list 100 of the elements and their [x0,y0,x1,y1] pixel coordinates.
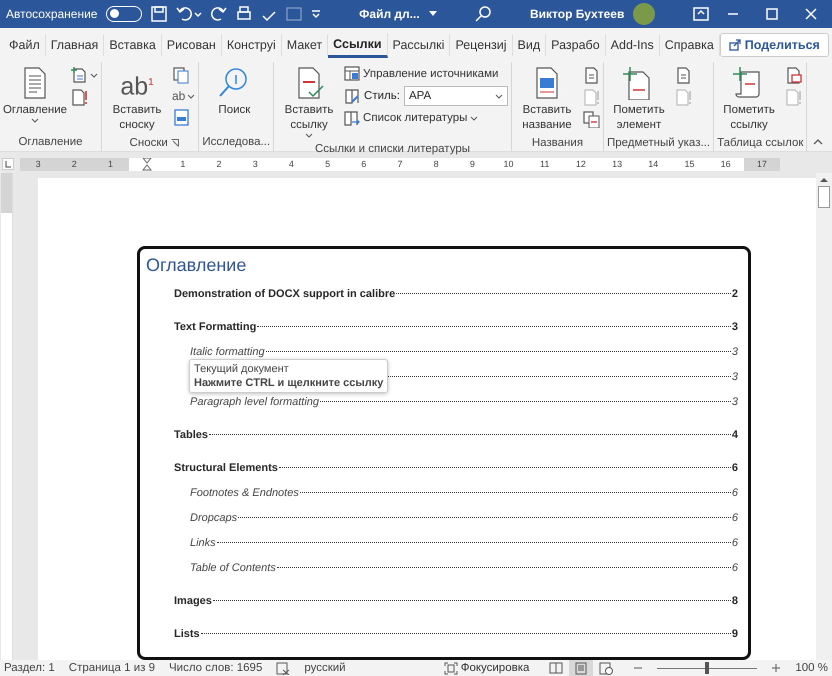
caret-icon[interactable] [90,72,98,78]
toc-entry-link[interactable]: Images [174,595,212,607]
ribbon-button[interactable]: Пометить элемент [606,64,671,135]
scroll-up-icon[interactable] [820,177,828,182]
ribbon-tab[interactable]: Главная [46,34,104,56]
ruler-number: 10 [504,159,514,169]
zoom-in-icon[interactable] [771,663,782,673]
caret-icon[interactable] [428,11,437,17]
toc-page-number: 3 [732,396,738,408]
language-indicator[interactable]: русский [304,662,346,674]
ruler-number: 16 [720,159,731,169]
search-icon[interactable] [474,5,492,23]
document-pair-icon[interactable] [582,110,600,128]
toc-entry-link[interactable]: Paragraph level formatting [190,396,320,408]
group-label: Сноски [128,137,168,149]
ruler-number: 2 [72,159,77,169]
zoom-level[interactable]: 100 % [795,662,828,674]
document-stack-icon[interactable] [172,66,190,84]
toc-entry-link[interactable]: Text Formatting [174,321,256,333]
ruler-number: 13 [612,159,622,169]
ribbon-display-icon[interactable] [693,7,709,21]
printer-icon[interactable] [236,6,252,22]
ribbon-tab[interactable]: Рецензиј [450,34,513,56]
ribbon-tab[interactable]: Ссылки [328,32,388,58]
proofing-icon[interactable] [276,662,290,674]
ruler-number: 5 [325,159,330,169]
ruler-number: 15 [684,159,694,169]
autosave-toggle[interactable] [106,6,142,22]
dialog-launcher-icon[interactable] [170,139,179,147]
ribbon-tab[interactable]: Вид [512,34,546,56]
customize-toolbar-icon[interactable] [311,9,322,19]
ribbon-tab[interactable]: Рассылкі [388,34,450,56]
indent-marker-icon[interactable] [142,158,152,170]
toc-entry-link[interactable]: Structural Elements [174,462,278,474]
zoom-slider-thumb[interactable] [705,662,710,674]
ribbon-button[interactable]: Оглавление [3,64,67,128]
ribbon-tab[interactable]: Вставка [104,34,162,56]
collapse-ribbon-icon[interactable] [813,139,824,145]
document-plus-icon[interactable] [70,66,88,84]
ruler-number: 6 [361,159,366,169]
book-brush-icon[interactable] [344,88,360,104]
toc-entry-link[interactable]: Links [190,537,216,549]
scrollbar-thumb[interactable] [818,186,830,208]
ribbon-tab[interactable]: Файл [4,34,46,56]
toc-entry-link[interactable]: Demonstration of DOCX support in calibre [174,288,396,300]
share-button[interactable]: Поделиться [720,33,829,57]
section-indicator[interactable]: Раздел: 1 [4,662,55,674]
save-icon[interactable] [151,6,168,22]
page-indicator[interactable]: Страница 1 из 9 [68,662,155,674]
tab-stop-icon[interactable] [2,158,14,170]
toc-entry-link[interactable]: Dropcaps [190,512,238,524]
toc-page-number: 6 [732,487,738,499]
toc-page-number: 6 [732,562,738,574]
toc-page-number: 6 [732,537,738,549]
redo-icon[interactable] [211,6,228,22]
ribbon-tab[interactable]: Разрабо [546,34,606,56]
group-label: Исследова... [202,136,270,148]
ribbon-button[interactable]: Управление источниками [344,66,508,82]
group-label: Ссылки и списки литературы [315,143,470,155]
toc-entry-link[interactable]: Table of Contents [190,562,276,574]
ruler-number: 17 [756,159,767,169]
ruler-number: 1 [180,159,186,169]
style-dropdown[interactable]: APA [404,86,508,106]
ruler-number: 14 [648,159,658,169]
undo-icon[interactable] [176,6,202,22]
toc-page-number: 3 [732,371,738,383]
ruler-number: 12 [576,159,586,169]
ribbon-button[interactable]: ab$^{1}$ Вставить сноску [105,64,169,135]
ruler-number: 9 [470,159,475,169]
ruler-number: 4 [288,159,294,169]
ribbon-tab[interactable]: Add-Ins [606,34,660,56]
ribbon-button[interactable]: Поиск [202,64,266,120]
ribbon-button[interactable]: Вставить ссылку [277,64,342,143]
toc-entry-link[interactable]: Lists [174,628,200,640]
caret-icon [494,94,503,98]
ribbon-tab[interactable]: Макет [282,34,328,56]
word-count[interactable]: Число слов: 1695 [169,662,262,674]
ribbon-button[interactable]: Пометить ссылку [717,64,782,135]
window-icon[interactable] [172,108,190,126]
next-footnote-button[interactable]: ab [172,88,196,104]
toc-entry-link[interactable]: Italic formatting [190,346,265,358]
toc-entry-link[interactable]: Tables [174,429,208,441]
tooltip-hint: Нажмите CTRL и щелкните ссылку [194,376,384,390]
style-label: Стиль: [364,90,400,102]
ribbon-button[interactable]: Список литературы [344,110,508,126]
page-icon [575,662,588,674]
ribbon-tab[interactable]: Рисован [162,34,222,56]
focus-button[interactable]: Фокусировка [444,662,530,674]
caret-icon [470,116,478,120]
tooltip-text: Текущий документ [194,362,290,376]
toc-page-number: 2 [732,288,738,300]
ribbon-button[interactable]: Вставить название [514,64,579,135]
ribbon-tab[interactable]: Конструі [222,34,282,56]
toc-heading: Оглавление [146,255,248,276]
print-layout-button[interactable] [569,660,594,676]
ruler-number: 1 [108,159,113,169]
document-exclamation-icon[interactable] [70,88,88,106]
book-icon [549,662,564,674]
toc-entry-link[interactable]: Footnotes & Endnotes [190,487,299,499]
file-name-button[interactable]: Файл дл... [359,7,420,21]
